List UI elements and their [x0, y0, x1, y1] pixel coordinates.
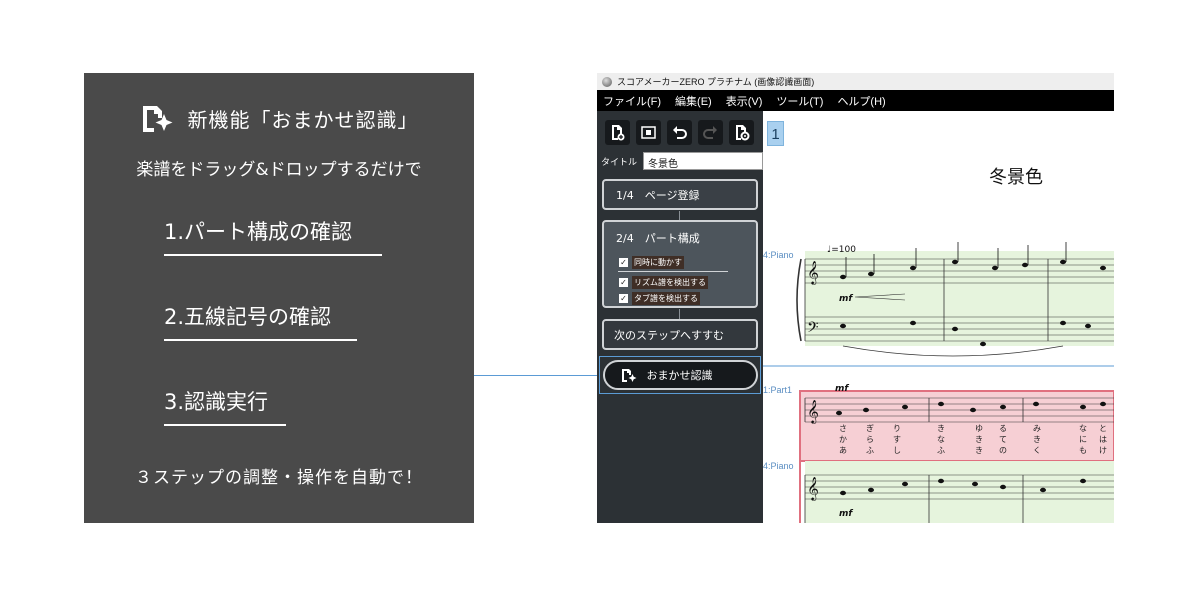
svg-text:も: も [1079, 446, 1087, 455]
step-connector [679, 211, 680, 220]
svg-text:ふ: ふ [866, 446, 874, 455]
svg-text:か: か [839, 435, 847, 444]
checkbox-check-icon: ✓ [619, 257, 628, 267]
svg-text:に: に [1079, 435, 1087, 444]
slur [842, 345, 1064, 357]
promo-subtitle: 楽譜をドラッグ&ドロップするだけで [136, 160, 422, 180]
settings-button[interactable] [729, 120, 754, 145]
menu-view[interactable]: 表示(V) [726, 93, 763, 109]
title-label: タイトル [601, 157, 638, 168]
step-connector [679, 309, 680, 319]
checkbox-detect-tab[interactable]: ✓ タブ譜を検出する [619, 290, 744, 306]
bass-clef-icon: 𝄢 [807, 319, 819, 340]
svg-text:し: し [893, 446, 901, 455]
svg-text:み: み [1033, 424, 1041, 433]
system-brace [796, 258, 802, 342]
redo-icon [703, 126, 717, 139]
svg-text:ゆ: ゆ [975, 424, 983, 433]
svg-text:て: て [999, 435, 1007, 444]
svg-text:ぎ: ぎ [866, 423, 874, 433]
svg-text:と: と [1099, 424, 1107, 433]
checkbox-move-together[interactable]: ✓ 同時に動かす [619, 254, 744, 270]
promo-header: 新機能「おまかせ認識」 [84, 101, 474, 135]
step-page-register[interactable]: 1/4 ページ登録 [602, 179, 758, 210]
dynamic-mark: mf [839, 294, 853, 304]
settings-icon [736, 125, 750, 141]
svg-text:さ: さ [839, 424, 847, 433]
recognition-sidebar: タイトル 冬景色 1/4 ページ登録 2/4 パート構成 ✓ 同時に動かす ✓ … [597, 111, 763, 523]
scan-button[interactable] [636, 120, 661, 145]
add-page-icon [612, 125, 625, 141]
connector-line [474, 375, 598, 376]
promo-step-3: 3.認識実行 [164, 386, 286, 426]
promo-step-1: 1.パート構成の確認 [164, 216, 382, 256]
window-titlebar: スコアメーカーZERO プラチナム (画像認識画面) [597, 73, 1114, 90]
tempo-mark: ♩=100 [827, 245, 856, 255]
checkbox-label: 同時に動かす [632, 255, 684, 269]
menu-file[interactable]: ファイル(F) [603, 93, 661, 109]
svg-text:け: け [1099, 446, 1107, 455]
promo-panel: 新機能「おまかせ認識」 楽譜をドラッグ&ドロップするだけで 1.パート構成の確認… [84, 73, 474, 523]
app-window: スコアメーカーZERO プラチナム (画像認識画面) ファイル(F) 編集(E)… [597, 73, 1114, 523]
window-title: スコアメーカーZERO プラチナム (画像認識画面) [617, 77, 815, 87]
svg-text:き: き [975, 435, 983, 444]
add-page-button[interactable] [605, 120, 630, 145]
sidebar-toolbar [605, 120, 754, 145]
svg-text:く: く [1033, 446, 1041, 455]
omakase-logo-icon [142, 106, 172, 132]
undo-button[interactable] [667, 120, 692, 145]
svg-text:あ: あ [839, 446, 847, 455]
svg-text:な: な [1079, 424, 1087, 433]
svg-text:す: す [893, 435, 901, 444]
promo-title: 新機能「おまかせ認識」 [187, 107, 419, 132]
svg-text:は: は [1099, 435, 1107, 444]
title-input[interactable]: 冬景色 [643, 152, 763, 170]
treble-clef-icon: 𝄞 [807, 476, 819, 501]
checkbox-label: リズム譜を検出する [632, 275, 708, 289]
svg-text:き: き [975, 446, 983, 455]
dynamic-mark-3: mf [839, 509, 853, 519]
part1-highlight [799, 390, 1114, 462]
treble-clef-icon: 𝄞 [807, 399, 819, 424]
divider [618, 271, 728, 272]
undo-icon [673, 126, 687, 139]
svg-text:り: り [893, 424, 901, 433]
svg-text:る: る [999, 424, 1007, 433]
svg-text:ふ: ふ [937, 446, 945, 455]
checkbox-label: タブ譜を検出する [632, 291, 700, 305]
promo-step-2: 2.五線記号の確認 [164, 301, 357, 341]
dynamic-mark-2: mf [835, 384, 849, 394]
checkbox-check-icon: ✓ [619, 277, 628, 287]
menu-tools[interactable]: ツール(T) [776, 93, 823, 109]
score-view[interactable]: 1 冬景色 4:Piano 1:Part1 4:Piano ♩=100 𝄞 𝄢 … [763, 111, 1114, 523]
omakase-recognition-button[interactable]: おまかせ認識 [602, 360, 758, 390]
scan-icon [641, 126, 656, 139]
menu-edit[interactable]: 編集(E) [675, 93, 712, 109]
title-row: タイトル 冬景色 [601, 152, 763, 170]
treble-clef-icon: 𝄞 [807, 260, 819, 285]
svg-text:き: き [937, 424, 945, 433]
step-part-structure[interactable]: 2/4 パート構成 ✓ 同時に動かす ✓ リズム譜を検出する ✓ タブ譜を検出す… [602, 220, 758, 308]
svg-text:き: き [1033, 435, 1041, 444]
svg-text:の: の [999, 446, 1007, 455]
promo-footer: ３ステップの調整・操作を自動で！ [135, 468, 423, 488]
app-icon [602, 76, 612, 87]
next-step-button[interactable]: 次のステップへすすむ [602, 319, 758, 350]
checkbox-check-icon: ✓ [619, 293, 628, 303]
omakase-icon [621, 369, 636, 382]
menu-bar: ファイル(F) 編集(E) 表示(V) ツール(T) ヘルプ(H) [597, 90, 1114, 111]
step-part-structure-header: 2/4 パート構成 [616, 232, 700, 245]
omakase-label: おまかせ認識 [646, 369, 713, 382]
svg-text:な: な [937, 435, 945, 444]
checkbox-detect-rhythm[interactable]: ✓ リズム譜を検出する [619, 274, 744, 290]
svg-text:ら: ら [866, 435, 874, 444]
score-canvas: ♩=100 𝄞 𝄢 mf mf 𝄞 さ ぎ り き ゆ る み な と か ら … [763, 242, 1114, 523]
omakase-highlight: おまかせ認識 [599, 356, 761, 394]
menu-help[interactable]: ヘルプ(H) [837, 93, 885, 109]
redo-button[interactable] [698, 120, 723, 145]
